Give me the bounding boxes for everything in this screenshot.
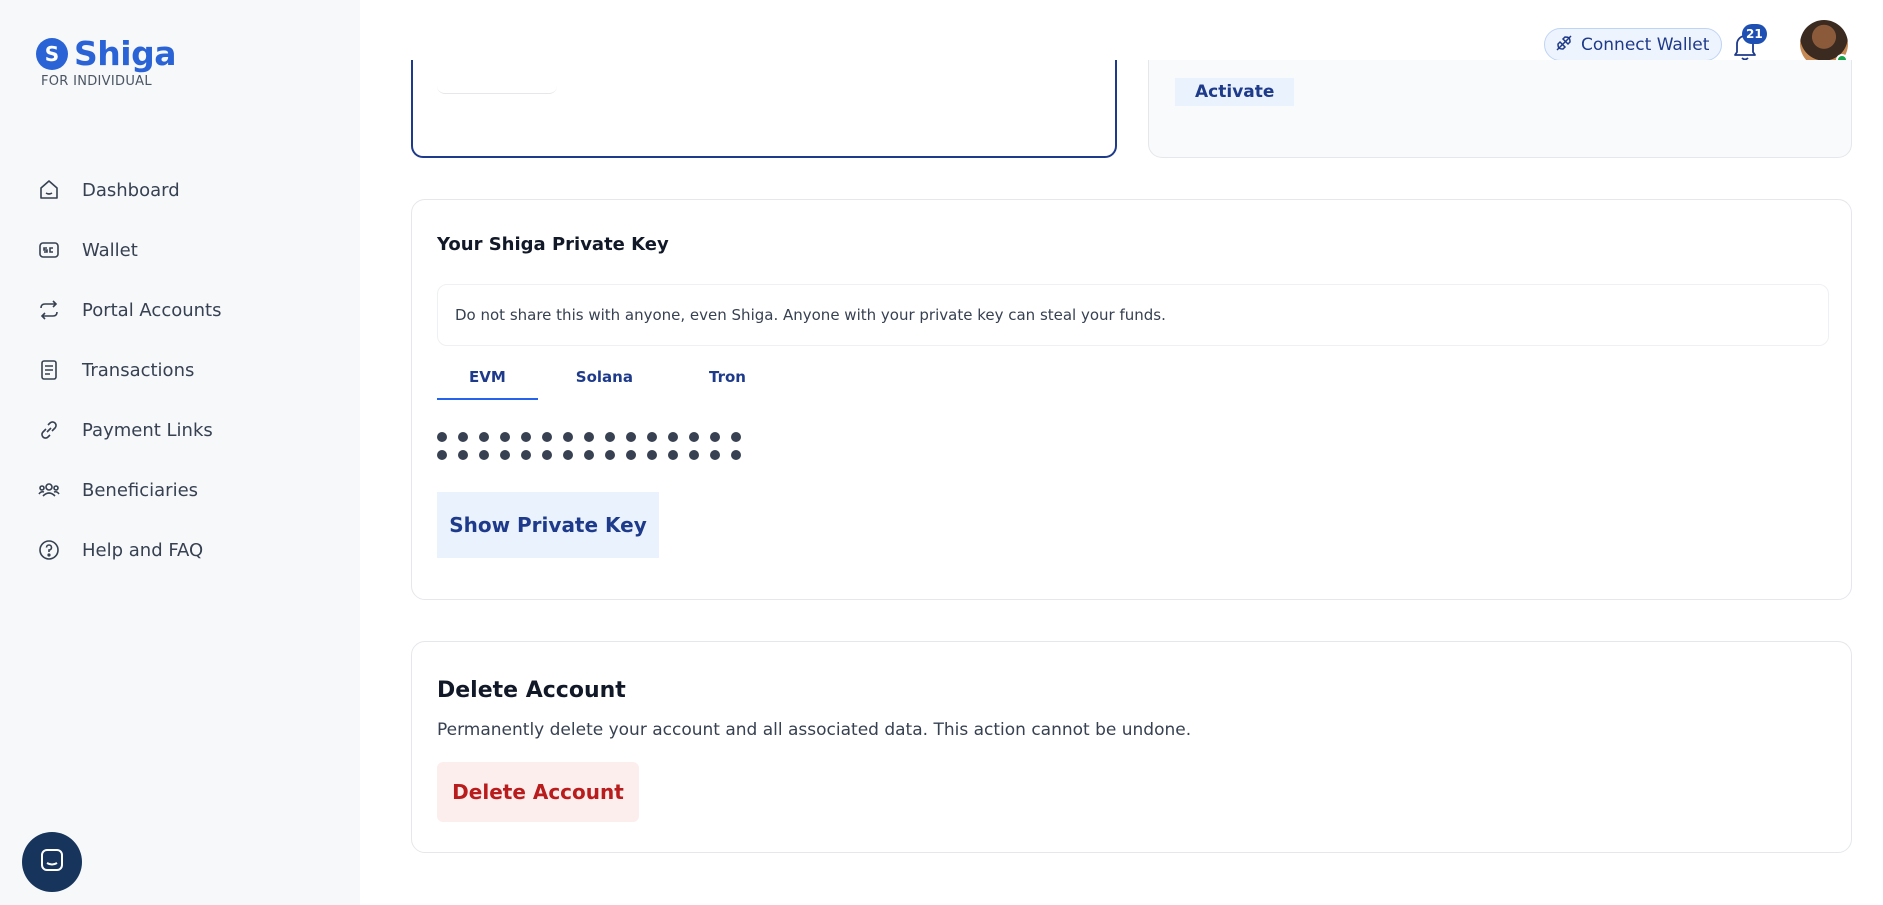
sidebar-item-label: Portal Accounts <box>82 299 222 321</box>
sidebar: S Shiga FOR INDIVIDUAL Dashboard Wallet … <box>0 0 360 905</box>
activate-button[interactable]: Activate <box>1175 78 1295 106</box>
sidebar-item-beneficiaries[interactable]: Beneficiaries <box>36 460 222 520</box>
link-icon <box>36 417 62 443</box>
chat-icon <box>38 846 66 878</box>
private-key-title: Your Shiga Private Key <box>437 234 669 255</box>
sidebar-item-label: Help and FAQ <box>82 539 204 561</box>
tab-evm[interactable]: EVM <box>437 368 538 400</box>
card-partial: Activate <box>1148 60 1852 158</box>
support-chat-button[interactable] <box>22 832 82 892</box>
connect-wallet-button[interactable]: Connect Wallet <box>1544 28 1723 61</box>
masked-row <box>437 428 741 446</box>
tab-tron[interactable]: Tron <box>671 368 784 400</box>
chain-tabs: EVM Solana Tron <box>437 368 784 400</box>
brand-name: Shiga <box>74 34 176 73</box>
masked-row <box>437 446 741 464</box>
transfer-icon <box>36 297 62 323</box>
shiga-logo-icon: S <box>36 37 68 70</box>
help-icon <box>36 537 62 563</box>
partial-element <box>437 86 557 94</box>
show-private-key-button[interactable]: Show Private Key <box>437 492 659 558</box>
sidebar-item-label: Wallet <box>82 239 138 261</box>
sidebar-item-portal-accounts[interactable]: Portal Accounts <box>36 280 222 340</box>
sidebar-item-label: Beneficiaries <box>82 479 199 501</box>
tab-solana[interactable]: Solana <box>538 368 671 400</box>
selected-card-partial[interactable] <box>411 60 1117 158</box>
sidebar-item-payment-links[interactable]: Payment Links <box>36 400 222 460</box>
delete-account-button[interactable]: Delete Account <box>437 762 639 822</box>
sidebar-item-label: Payment Links <box>82 419 213 441</box>
sidebar-item-wallet[interactable]: Wallet <box>36 220 222 280</box>
plug-icon <box>1555 34 1573 56</box>
delete-account-card: Delete Account Permanently delete your a… <box>411 641 1852 853</box>
private-key-card: Your Shiga Private Key Do not share this… <box>411 199 1852 600</box>
delete-account-description: Permanently delete your account and all … <box>437 720 1192 740</box>
sidebar-item-label: Transactions <box>82 359 195 381</box>
people-icon <box>36 477 62 503</box>
sidebar-item-dashboard[interactable]: Dashboard <box>36 160 222 220</box>
sidebar-nav: Dashboard Wallet Portal Accounts Transac… <box>36 160 222 580</box>
masked-private-key <box>437 428 741 464</box>
sidebar-item-label: Dashboard <box>82 179 180 201</box>
brand-logo[interactable]: S Shiga <box>36 34 176 73</box>
brand-subtitle: FOR INDIVIDUAL <box>41 74 152 89</box>
receipt-icon <box>36 357 62 383</box>
notification-count-badge: 21 <box>1742 24 1767 44</box>
connect-wallet-label: Connect Wallet <box>1581 34 1710 55</box>
sidebar-item-transactions[interactable]: Transactions <box>36 340 222 400</box>
sidebar-item-help[interactable]: Help and FAQ <box>36 520 222 580</box>
wallet-icon <box>36 237 62 263</box>
delete-account-title: Delete Account <box>437 678 626 703</box>
home-icon <box>36 177 62 203</box>
private-key-warning: Do not share this with anyone, even Shig… <box>437 284 1829 346</box>
